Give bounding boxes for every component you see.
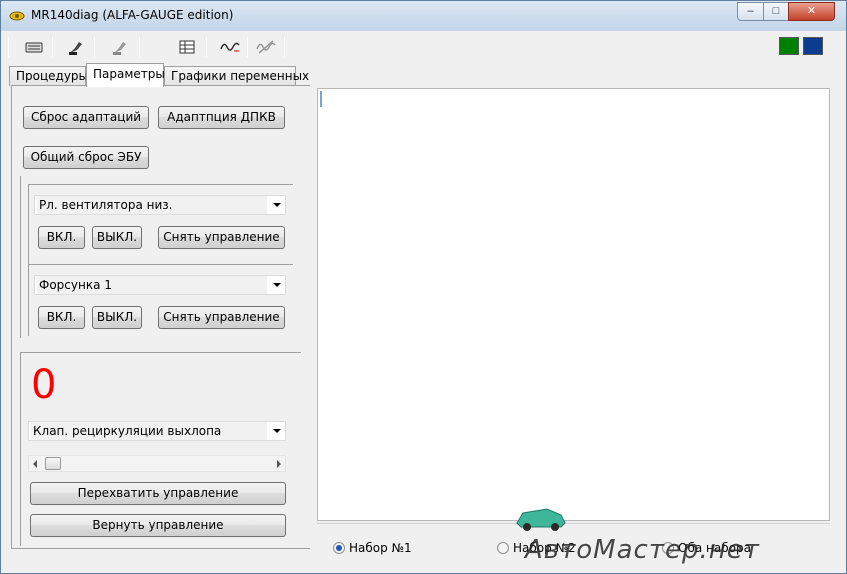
fan-relay-value: Рл. вентилятора низ. <box>37 196 267 214</box>
chevron-down-icon <box>273 283 281 287</box>
tab-procedures[interactable]: Процедуры <box>9 66 88 86</box>
fan-relay-select[interactable]: Рл. вентилятора низ. <box>34 195 286 215</box>
scroll-thumb[interactable] <box>45 457 61 470</box>
toolbar-separator <box>206 37 207 57</box>
group-border <box>28 184 293 185</box>
injector-release-button[interactable]: Снять управление <box>158 306 285 329</box>
tab-variable-graphs[interactable]: Графики переменных <box>164 66 309 86</box>
reset-adaptations-button[interactable]: Сброс адаптаций <box>23 106 149 129</box>
toolbar-separator <box>139 37 140 57</box>
group-border <box>20 352 301 353</box>
group-border <box>28 184 29 336</box>
injector-on-button[interactable]: ВКЛ. <box>38 306 85 329</box>
keyboard-icon[interactable] <box>22 36 46 58</box>
radio-set-2-label: Набор №2 <box>513 541 576 555</box>
blue-indicator <box>803 37 823 55</box>
title-bar: MR140diag (ALFA-GAUGE edition) – □ ✕ <box>1 1 846 31</box>
set-selector-panel: Набор №1 Набор №2 Оба набора <box>317 523 830 558</box>
minimize-button[interactable]: – <box>737 2 764 21</box>
return-control-button[interactable]: Вернуть управление <box>30 514 286 537</box>
radio-set-1-label: Набор №1 <box>349 541 412 555</box>
fan-off-button[interactable]: ВЫКЛ. <box>92 226 142 249</box>
toolbar <box>4 32 843 62</box>
connect-icon[interactable] <box>64 36 88 58</box>
radio-both-sets[interactable]: Оба набора <box>662 541 751 555</box>
group-border <box>28 264 293 265</box>
actuator-value: 0 <box>31 362 57 408</box>
toolbar-separator <box>52 37 53 57</box>
toolbar-separator <box>94 37 95 57</box>
scroll-left-icon[interactable] <box>32 460 38 468</box>
chevron-down-icon <box>273 429 281 433</box>
close-button[interactable]: ✕ <box>788 2 835 21</box>
chevron-down-icon <box>273 203 281 207</box>
output-text-area[interactable] <box>317 88 830 521</box>
injector-off-button[interactable]: ВЫКЛ. <box>92 306 142 329</box>
maximize-icon: □ <box>772 5 780 17</box>
adapt-dpkv-button[interactable]: Адаптпция ДПКВ <box>158 106 285 129</box>
group-border <box>20 352 21 546</box>
window-title: MR140diag (ALFA-GAUGE edition) <box>31 8 234 22</box>
close-icon: ✕ <box>806 5 817 17</box>
app-window: MR140diag (ALFA-GAUGE edition) – □ ✕ Про… <box>0 0 847 574</box>
green-indicator <box>779 37 799 55</box>
disconnect-icon[interactable] <box>108 36 132 58</box>
text-caret <box>320 91 322 107</box>
minimize-icon: – <box>747 5 754 17</box>
actuator-select-value: Клап. рециркуляции выхлопа <box>31 422 267 440</box>
scroll-right-icon[interactable] <box>276 460 282 468</box>
app-icon <box>9 11 25 21</box>
signal-wave-icon[interactable] <box>218 36 242 58</box>
radio-both-sets-label: Оба набора <box>678 541 751 555</box>
radio-unselected-icon <box>662 542 674 554</box>
table-icon[interactable] <box>175 36 199 58</box>
fan-release-button[interactable]: Снять управление <box>158 226 285 249</box>
radio-set-2[interactable]: Набор №2 <box>497 541 576 555</box>
toolbar-separator <box>247 37 248 57</box>
toolbar-separator <box>284 37 285 57</box>
maximize-button[interactable]: □ <box>763 2 789 21</box>
injector-value: Форсунка 1 <box>37 276 267 294</box>
ecu-reset-button[interactable]: Общий сброс ЭБУ <box>23 146 149 169</box>
signal-off-icon[interactable] <box>254 36 278 58</box>
group-border <box>20 176 21 338</box>
injector-select[interactable]: Форсунка 1 <box>34 275 286 295</box>
parameters-panel: Сброс адаптаций Адаптпция ДПКВ Общий сбр… <box>11 85 310 549</box>
intercept-control-button[interactable]: Перехватить управление <box>30 482 286 505</box>
radio-set-1[interactable]: Набор №1 <box>333 541 412 555</box>
fan-on-button[interactable]: ВКЛ. <box>38 226 85 249</box>
tab-parameters[interactable]: Параметры <box>86 63 165 87</box>
toolbar-separator <box>8 37 9 57</box>
actuator-select[interactable]: Клап. рециркуляции выхлопа <box>28 421 286 441</box>
horizontal-scrollbar[interactable] <box>28 455 286 472</box>
radio-selected-icon <box>333 542 345 554</box>
radio-unselected-icon <box>497 542 509 554</box>
